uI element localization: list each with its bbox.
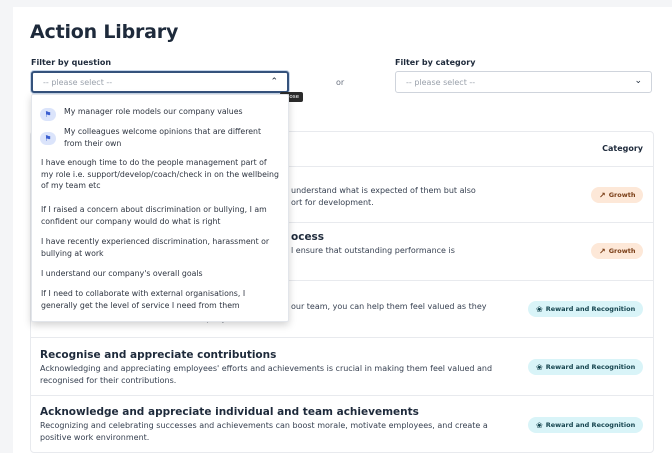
or-separator: or — [336, 78, 345, 87]
action-description: understand what is expected of them but … — [291, 186, 476, 207]
category-badge: ↗ Growth — [591, 243, 644, 259]
action-description: our team, you can help them feel valued … — [291, 302, 487, 311]
action-description: Acknowledging and appreciating employees… — [40, 364, 493, 385]
dropdown-option[interactable]: ⚑ My manager role models our company val… — [32, 106, 288, 121]
question-select-placeholder: -- please select -- — [43, 77, 113, 87]
dropdown-option[interactable]: I understand our company's overall goals — [32, 268, 288, 280]
filter-category-label: Filter by category — [395, 58, 476, 67]
list-item[interactable]: Recognise and appreciate contributions A… — [31, 337, 653, 395]
dropdown-option[interactable]: I have enough time to do the people mana… — [32, 157, 288, 192]
category-badge: ❀ Reward and Recognition — [528, 301, 644, 317]
chevron-up-icon[interactable]: ⌃ — [270, 77, 278, 87]
arrow-up-right-icon: ↗ — [599, 246, 606, 256]
question-dropdown-menu: ⚑ My manager role models our company val… — [31, 94, 289, 322]
award-icon: ❀ — [536, 420, 543, 430]
category-badge: ↗ Growth — [591, 187, 644, 203]
category-column-header: Category — [602, 144, 643, 153]
question-select[interactable]: -- please select -- ⌃ — [31, 71, 289, 93]
dropdown-option[interactable]: I have recently experienced discriminati… — [32, 236, 288, 259]
filter-question-label: Filter by question — [31, 58, 112, 67]
dropdown-option[interactable]: If I need to collaborate with external o… — [32, 288, 288, 311]
category-select[interactable]: -- please select -- ⌄ — [395, 71, 652, 93]
flag-icon: ⚑ — [40, 132, 56, 145]
category-badge: ❀ Reward and Recognition — [528, 359, 644, 375]
action-description: Recognizing and celebrating successes an… — [40, 421, 488, 442]
award-icon: ❀ — [536, 362, 543, 372]
chevron-down-icon[interactable]: ⌄ — [634, 76, 642, 86]
flag-icon: ⚑ — [40, 108, 56, 121]
page-title: Action Library — [30, 21, 179, 43]
arrow-up-right-icon: ↗ — [599, 190, 606, 200]
list-item[interactable]: Acknowledge and appreciate individual an… — [31, 395, 653, 452]
dropdown-option[interactable]: ⚑ My colleagues welcome opinions that ar… — [32, 126, 288, 149]
category-badge: ❀ Reward and Recognition — [528, 417, 644, 433]
action-title: Recognise and appreciate contributions — [40, 349, 277, 361]
action-title: ocess — [291, 231, 325, 243]
category-select-placeholder: -- please select -- — [406, 77, 476, 87]
action-description: l ensure that outstanding performance is — [291, 246, 455, 255]
dropdown-option[interactable]: If I raised a concern about discriminati… — [32, 204, 288, 227]
action-title: Acknowledge and appreciate individual an… — [40, 406, 419, 418]
award-icon: ❀ — [536, 304, 543, 314]
